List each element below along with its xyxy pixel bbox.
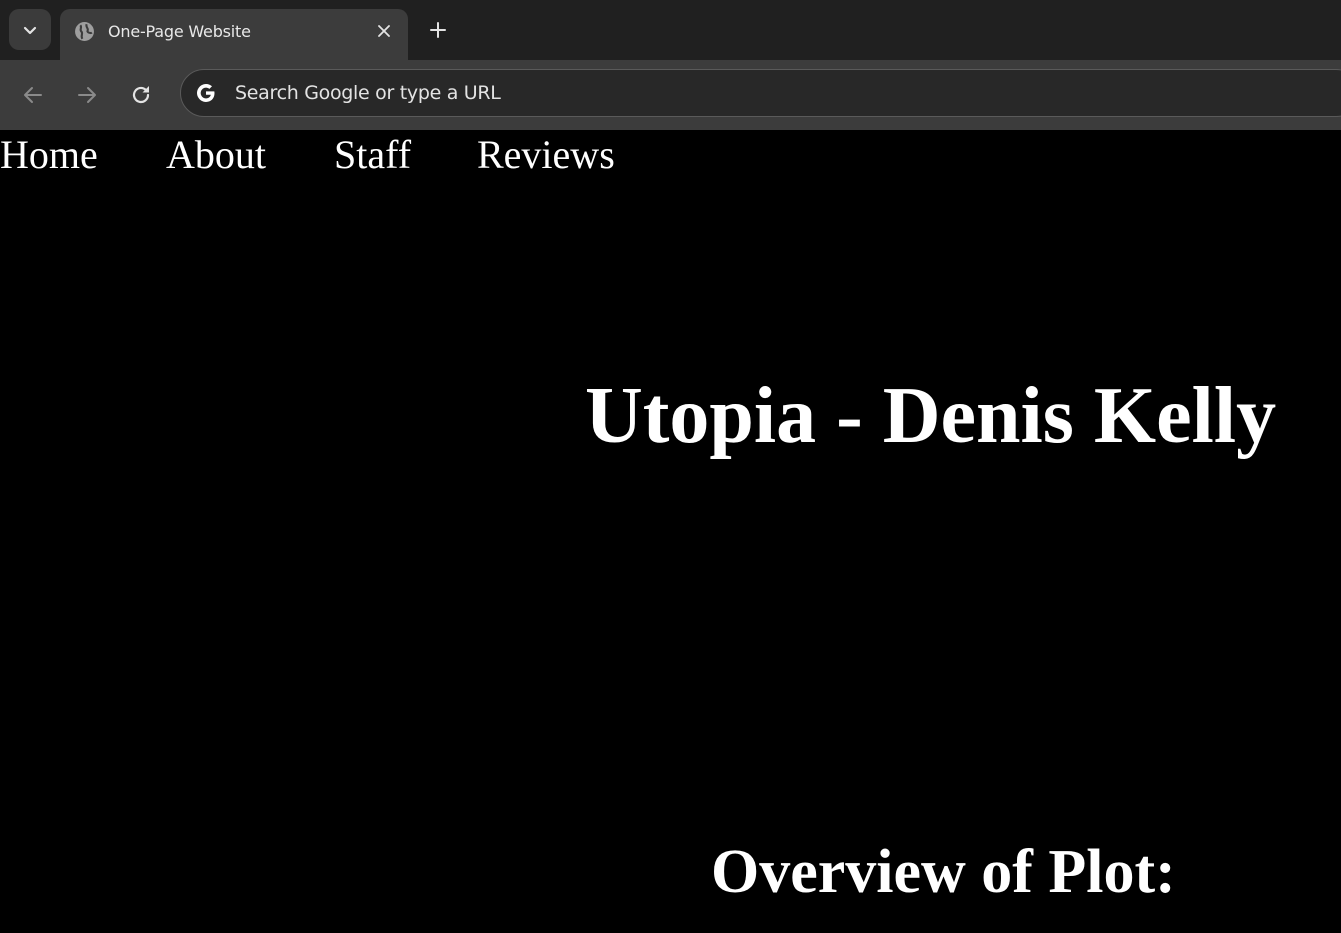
tab-strip: One-Page Website xyxy=(0,0,1341,60)
address-bar[interactable]: Search Google or type a URL xyxy=(180,69,1341,117)
browser-toolbar: Search Google or type a URL xyxy=(0,60,1341,130)
nav-link-home[interactable]: Home xyxy=(0,132,98,178)
tab-search-icon xyxy=(23,26,37,34)
tab-search-button[interactable] xyxy=(9,9,51,50)
back-arrow-icon xyxy=(24,87,42,103)
tab-title: One-Page Website xyxy=(108,22,251,41)
new-tab-button[interactable] xyxy=(424,16,452,44)
page-viewport: Home About Staff Reviews Utopia - Denis … xyxy=(0,130,1341,933)
forward-arrow-icon xyxy=(78,87,96,103)
forward-button[interactable] xyxy=(72,80,102,110)
tab-close-button[interactable] xyxy=(373,20,395,42)
active-tab[interactable]: One-Page Website xyxy=(60,9,408,60)
reload-button[interactable] xyxy=(126,80,156,110)
globe-icon xyxy=(75,22,94,41)
back-button[interactable] xyxy=(18,80,48,110)
google-g-icon xyxy=(197,84,215,102)
plot-overview-heading: Overview of Plot: xyxy=(711,838,1176,906)
address-bar-placeholder: Search Google or type a URL xyxy=(235,82,501,104)
nav-link-staff[interactable]: Staff xyxy=(334,132,411,178)
reload-icon xyxy=(132,86,150,104)
nav-link-about[interactable]: About xyxy=(166,132,266,178)
plus-icon xyxy=(430,22,446,38)
nav-link-reviews[interactable]: Reviews xyxy=(477,132,615,178)
page-title: Utopia - Denis Kelly xyxy=(585,372,1277,460)
close-icon xyxy=(378,25,390,37)
